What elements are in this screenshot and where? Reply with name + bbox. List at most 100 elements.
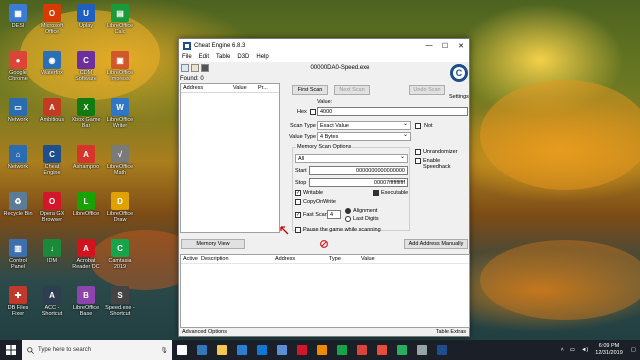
undo-scan-button[interactable]: Undo Scan bbox=[409, 85, 445, 95]
close-button[interactable]: ✕ bbox=[453, 42, 469, 50]
open-file-icon[interactable] bbox=[191, 64, 199, 72]
desktop-icon[interactable]: ◉ Waterfox bbox=[36, 51, 68, 76]
stop-icon[interactable] bbox=[320, 240, 328, 248]
start-address-input[interactable]: 0000000000000000 bbox=[309, 166, 408, 175]
scan-type-select[interactable]: Exact Value bbox=[317, 120, 411, 130]
desktop-icon[interactable]: A Acrobat Reader DC bbox=[70, 239, 102, 270]
desktop-icon[interactable]: S Speed.exe - Shortcut bbox=[104, 286, 136, 317]
desktop-icon[interactable]: D LibreOffice Draw bbox=[104, 192, 136, 223]
camtasia-recorder-icon[interactable] bbox=[372, 340, 392, 360]
app-green-icon[interactable] bbox=[392, 340, 412, 360]
stop-address-input[interactable]: 00007fffffffffff bbox=[309, 178, 408, 187]
menu-help[interactable]: Help bbox=[256, 54, 268, 60]
hex-checkbox[interactable] bbox=[310, 109, 316, 115]
pointer-scan-icon[interactable] bbox=[280, 226, 289, 235]
desktop-icon[interactable]: O Opera GX Browser bbox=[36, 192, 68, 223]
desktop-icon[interactable]: C CDM Software bbox=[70, 51, 102, 82]
col-value[interactable]: Value bbox=[231, 85, 256, 91]
app-gray-icon[interactable] bbox=[412, 340, 432, 360]
col-type[interactable]: Type bbox=[329, 256, 361, 262]
desktop-icon[interactable]: ⌂ Network bbox=[2, 145, 34, 170]
next-scan-button[interactable]: Next Scan bbox=[334, 85, 370, 95]
network-icon[interactable]: ▭ bbox=[567, 347, 578, 353]
title-bar[interactable]: Cheat Engine 6.8.3 — ☐ ✕ bbox=[179, 39, 469, 52]
menu-d3d[interactable]: D3D bbox=[237, 54, 249, 60]
fast-scan-input[interactable]: 4 bbox=[327, 210, 341, 219]
start-button[interactable] bbox=[0, 340, 22, 360]
desktop-icon[interactable]: ● Google Chrome bbox=[2, 51, 34, 82]
taskbar-search[interactable]: Type here to search 🎙︎ bbox=[22, 340, 172, 360]
desktop-icon[interactable]: B LibreOffice Base bbox=[70, 286, 102, 317]
desktop-icon[interactable]: C Camtasia 2019 bbox=[104, 239, 136, 270]
desktop-icon[interactable]: C Cheat Engine bbox=[36, 145, 68, 176]
last-digits-radio[interactable] bbox=[345, 216, 351, 222]
alignment-radio[interactable] bbox=[345, 208, 351, 214]
photos-icon[interactable] bbox=[272, 340, 292, 360]
fast-scan-checkbox[interactable]: ✓ bbox=[295, 212, 301, 218]
task-view-icon[interactable] bbox=[172, 340, 192, 360]
desktop-icon[interactable]: ✚ DB Files Fixer bbox=[2, 286, 34, 317]
store-icon[interactable] bbox=[232, 340, 252, 360]
volume-icon[interactable]: ◄) bbox=[578, 347, 591, 353]
desktop-icon[interactable]: L LibreOffice bbox=[70, 192, 102, 217]
unrandomizer-checkbox[interactable] bbox=[415, 149, 421, 155]
add-address-button[interactable]: Add Address Manually bbox=[404, 239, 468, 249]
writable-checkbox[interactable]: ✓ bbox=[295, 190, 301, 196]
desktop-icon[interactable]: ↓ IDM bbox=[36, 239, 68, 264]
menu-edit[interactable]: Edit bbox=[199, 54, 209, 60]
clock[interactable]: 6:09 PM 12/31/2019 bbox=[591, 343, 627, 357]
desktop-icon[interactable]: ♻ Recycle Bin bbox=[2, 192, 34, 217]
save-icon[interactable] bbox=[201, 64, 209, 72]
open-process-icon[interactable] bbox=[181, 64, 189, 72]
desktop-icon[interactable]: A Ambitious bbox=[36, 98, 68, 123]
pause-game-checkbox[interactable] bbox=[295, 227, 301, 233]
desktop-icon[interactable]: √ LibreOffice Math bbox=[104, 145, 136, 176]
opera-icon[interactable] bbox=[292, 340, 312, 360]
first-scan-button[interactable]: First Scan bbox=[292, 85, 328, 95]
cheat-engine-icon[interactable] bbox=[432, 340, 452, 360]
desktop-icon[interactable]: ▤ LibreOffice Calc bbox=[104, 4, 136, 35]
mail-icon[interactable] bbox=[252, 340, 272, 360]
col-address[interactable]: Address bbox=[181, 85, 231, 91]
camtasia-icon[interactable] bbox=[332, 340, 352, 360]
desktop-icon[interactable]: A ACC - Shortcut bbox=[36, 286, 68, 317]
vlc-icon[interactable] bbox=[312, 340, 332, 360]
speedhack-checkbox[interactable] bbox=[415, 158, 421, 164]
cheat-engine-settings-icon[interactable]: C bbox=[449, 63, 469, 83]
microphone-icon[interactable]: 🎙︎ bbox=[160, 347, 168, 354]
desktop-icon[interactable]: U Uplay bbox=[70, 4, 102, 29]
not-checkbox[interactable] bbox=[415, 123, 421, 129]
desktop-icon[interactable]: ▣ LibreOffice Impress bbox=[104, 51, 136, 82]
chevron-up-icon[interactable]: ˄ bbox=[558, 347, 567, 353]
menu-table[interactable]: Table bbox=[216, 54, 230, 60]
file-explorer-icon[interactable] bbox=[212, 340, 232, 360]
col-table-value[interactable]: Value bbox=[361, 256, 375, 262]
chrome-icon[interactable] bbox=[352, 340, 372, 360]
desktop-icon[interactable]: O Microsoft Office bbox=[36, 4, 68, 35]
edge-icon[interactable] bbox=[192, 340, 212, 360]
value-type-select[interactable]: 4 Bytes bbox=[317, 131, 411, 141]
col-previous[interactable]: Pr... bbox=[256, 85, 268, 91]
value-input[interactable]: 4000 bbox=[317, 107, 468, 116]
desktop-icon[interactable]: ▥ Control Panel bbox=[2, 239, 34, 270]
desktop-icon[interactable]: ▦ DESI bbox=[2, 4, 34, 29]
settings-label[interactable]: Settings bbox=[449, 94, 469, 100]
table-extras-link[interactable]: Table Extras bbox=[436, 329, 466, 335]
minimize-button[interactable]: — bbox=[421, 42, 437, 50]
desktop-icon[interactable]: ▭ Network bbox=[2, 98, 34, 123]
memory-view-button[interactable]: Memory View bbox=[181, 239, 245, 249]
col-active[interactable]: Active bbox=[181, 256, 201, 262]
address-table[interactable]: Active Description Address Type Value bbox=[180, 254, 470, 328]
executable-checkbox[interactable] bbox=[373, 190, 379, 196]
menu-file[interactable]: File bbox=[182, 54, 192, 60]
notifications-icon[interactable]: ▢ bbox=[627, 347, 640, 353]
desktop-icon[interactable]: W LibreOffice Writer bbox=[104, 98, 136, 129]
memory-region-select[interactable]: All bbox=[295, 153, 408, 163]
copyonwrite-checkbox[interactable] bbox=[295, 199, 301, 205]
maximize-button[interactable]: ☐ bbox=[437, 42, 453, 50]
found-list[interactable]: Address Value Pr... bbox=[180, 83, 280, 233]
col-table-address[interactable]: Address bbox=[275, 256, 329, 262]
advanced-options-link[interactable]: Advanced Options bbox=[182, 329, 227, 335]
desktop-icon[interactable]: X Xbox Game Bar bbox=[70, 98, 102, 129]
col-description[interactable]: Description bbox=[201, 256, 275, 262]
